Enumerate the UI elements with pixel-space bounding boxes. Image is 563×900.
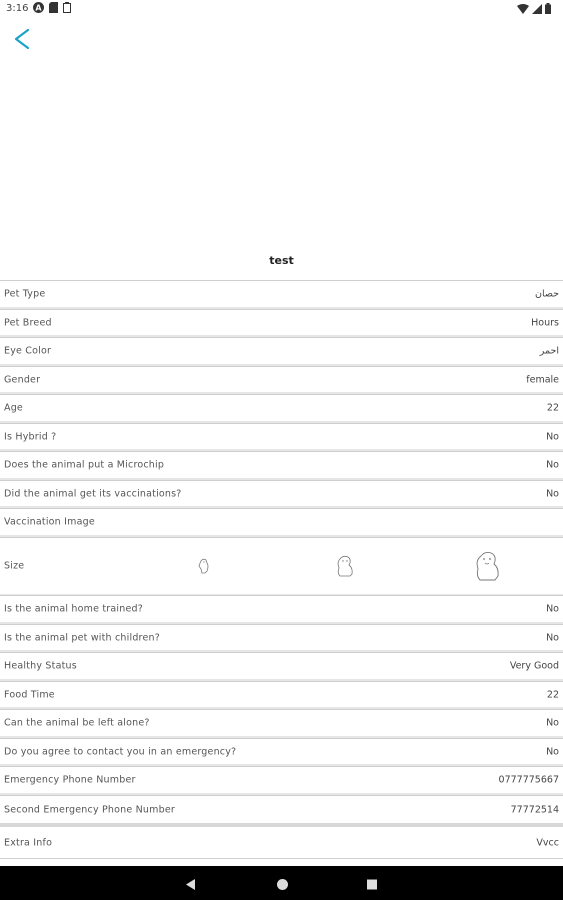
large-dog-icon (472, 550, 502, 585)
row-label: Is Hybrid ? (4, 431, 57, 442)
row-value: Very Good (509, 660, 559, 672)
row-label: Extra Info (4, 837, 53, 848)
detail-row-eye-color: Eye Color احمر (0, 337, 563, 366)
system-nav-bar (0, 866, 563, 900)
signal-icon (532, 3, 542, 17)
status-bar: 3:16 A (0, 0, 563, 20)
row-value: 0777775667 (498, 774, 559, 786)
row-value: 22 (546, 689, 559, 700)
row-value: No (546, 603, 559, 615)
row-label: Emergency Phone Number (4, 774, 136, 786)
detail-row-second-emergency-phone: Second Emergency Phone Number 77772514 (0, 795, 563, 823)
detail-row-left-alone: Can the animal be left alone? No (0, 709, 563, 738)
row-label: Pet Breed (4, 317, 52, 328)
detail-row-food-time: Food Time 22 (0, 681, 563, 709)
row-label: Gender (4, 374, 41, 385)
detail-row-extra-info: Extra Info Vvcc (0, 827, 563, 859)
detail-row-healthy-status: Healthy Status Very Good (0, 652, 563, 681)
clipboard-icon (63, 2, 71, 13)
home-circle-icon[interactable] (276, 876, 289, 895)
wifi-icon (517, 3, 529, 17)
detail-row-emergency-contact: Do you agree to contact you in an emerge… (0, 738, 563, 766)
chevron-left-icon (8, 28, 38, 58)
detail-row-vaccination-image: Vaccination Image (0, 508, 563, 537)
row-label: Do you agree to contact you in an emerge… (4, 746, 237, 757)
row-label: Is the animal pet with children? (4, 632, 160, 643)
row-value: female (526, 374, 559, 385)
row-label: Is the animal home trained? (4, 603, 143, 615)
back-button[interactable] (8, 24, 38, 54)
small-dog-icon (197, 557, 211, 578)
row-value: No (546, 459, 559, 471)
row-label: Pet Type (4, 288, 46, 300)
detail-row-emergency-phone: Emergency Phone Number 0777775667 (0, 766, 563, 795)
detail-row-is-hybrid: Is Hybrid ? No (0, 423, 563, 451)
row-label: Does the animal put a Microchip (4, 459, 165, 471)
status-time: 3:16 (6, 3, 29, 14)
back-triangle-icon[interactable] (184, 876, 197, 895)
row-label: Can the animal be left alone? (4, 717, 150, 729)
row-label: Vaccination Image (4, 516, 95, 528)
pet-details-list: Pet Type حصان Pet Breed Hours Eye Color … (0, 280, 563, 859)
detail-row-age: Age 22 (0, 394, 563, 423)
row-value: حصان (535, 288, 559, 300)
row-value: احمر (539, 345, 559, 357)
detail-row-pet-breed: Pet Breed Hours (0, 309, 563, 337)
row-value: No (546, 488, 559, 499)
medium-dog-icon (334, 554, 356, 581)
detail-row-vaccinations: Did the animal get its vaccinations? No (0, 480, 563, 508)
row-label: Healthy Status (4, 660, 77, 672)
row-value: No (546, 746, 559, 757)
row-value: 22 (546, 402, 559, 414)
detail-row-size: Size (0, 537, 563, 595)
a-circle-icon: A (33, 2, 44, 13)
recents-square-icon[interactable] (366, 876, 378, 895)
row-value: No (546, 431, 559, 442)
row-value: No (546, 717, 559, 729)
detail-row-gender: Gender female (0, 366, 563, 394)
row-label: Second Emergency Phone Number (4, 804, 175, 815)
pet-name-title: test (269, 254, 294, 267)
row-value: Hours (531, 317, 559, 328)
row-label: Did the animal get its vaccinations? (4, 488, 182, 499)
row-value: 77772514 (510, 804, 559, 815)
row-label: Food Time (4, 689, 55, 700)
row-label: Eye Color (4, 345, 52, 357)
svg-text:A: A (35, 4, 42, 13)
row-value: Vvcc (536, 837, 559, 848)
detail-row-microchip: Does the animal put a Microchip No (0, 451, 563, 480)
detail-row-pet-with-children: Is the animal pet with children? No (0, 624, 563, 652)
sd-card-icon (49, 2, 58, 13)
detail-row-pet-type: Pet Type حصان (0, 280, 563, 309)
battery-icon (545, 3, 551, 17)
row-value: No (546, 632, 559, 643)
detail-row-home-trained: Is the animal home trained? No (0, 595, 563, 624)
row-label: Age (4, 402, 23, 414)
